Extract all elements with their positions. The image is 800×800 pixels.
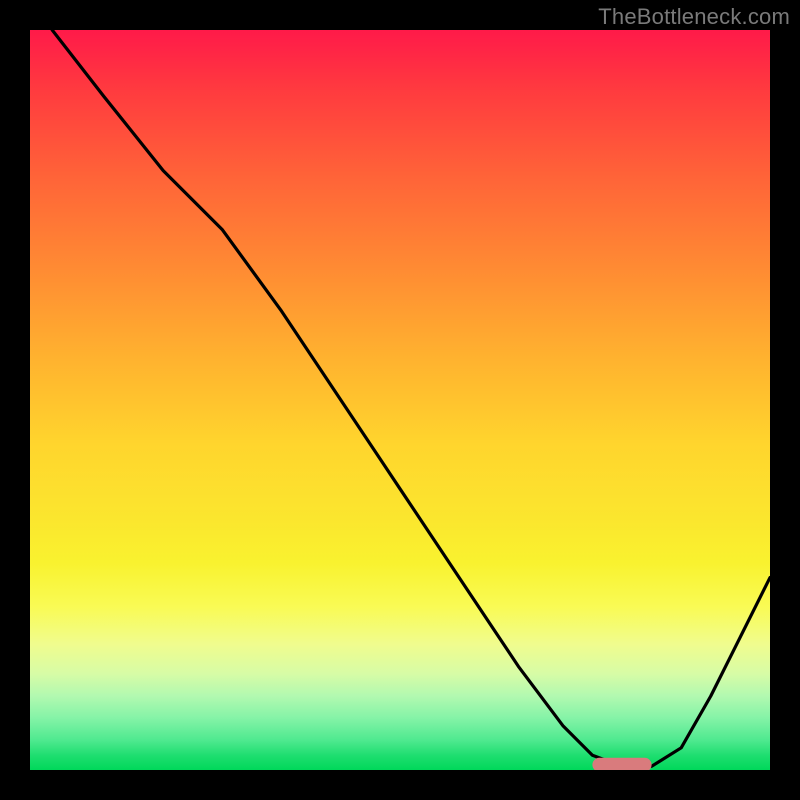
- chart-frame: [0, 0, 800, 800]
- optimal-marker: [30, 30, 770, 770]
- bottleneck-curve: [30, 30, 770, 770]
- watermark-text: TheBottleneck.com: [598, 4, 790, 30]
- plot-area: [30, 30, 770, 770]
